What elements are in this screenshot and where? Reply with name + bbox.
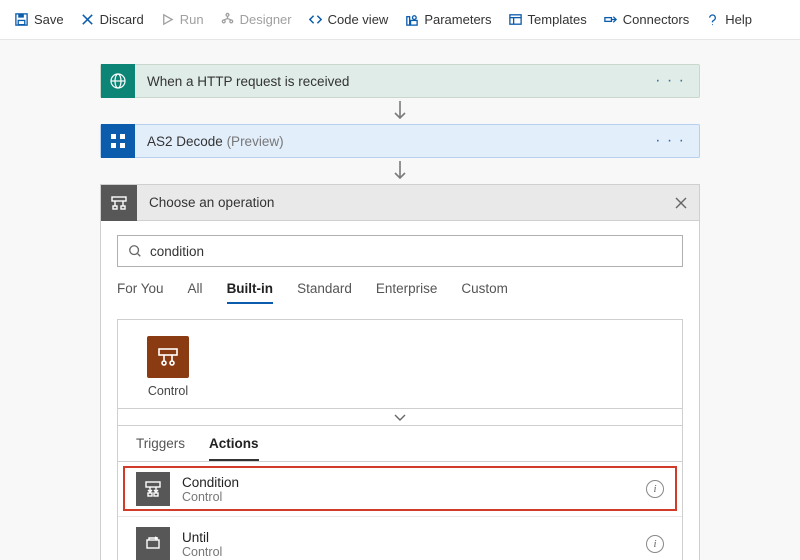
save-button[interactable]: Save <box>8 8 70 31</box>
action-condition-text: Condition Control <box>182 475 646 504</box>
designer-label: Designer <box>240 12 292 27</box>
tab-builtin[interactable]: Built-in <box>227 281 274 304</box>
control-icon <box>147 336 189 378</box>
connector-control-label: Control <box>148 384 188 398</box>
step-http-menu[interactable]: · · · <box>641 72 699 90</box>
step-as2-menu[interactable]: · · · <box>641 132 699 150</box>
tab-standard[interactable]: Standard <box>297 281 352 302</box>
tab-all[interactable]: All <box>188 281 203 302</box>
run-label: Run <box>180 12 204 27</box>
expand-connectors[interactable] <box>117 408 683 426</box>
designer-button[interactable]: Designer <box>214 8 298 31</box>
condition-icon <box>136 472 170 506</box>
run-button[interactable]: Run <box>154 8 210 31</box>
step-http-trigger[interactable]: When a HTTP request is received · · · <box>100 64 700 98</box>
search-input[interactable] <box>150 244 672 259</box>
flow-arrow <box>100 158 700 184</box>
category-tabs: For You All Built-in Standard Enterprise… <box>117 281 683 311</box>
as2-icon <box>101 124 135 158</box>
connectors-button[interactable]: Connectors <box>597 8 695 31</box>
help-icon <box>705 12 720 27</box>
step-as2-title: AS2 Decode (Preview) <box>135 134 641 149</box>
templates-icon <box>508 12 523 27</box>
tab-custom[interactable]: Custom <box>461 281 508 302</box>
until-icon <box>136 527 170 560</box>
close-icon <box>674 196 688 210</box>
connectors-icon <box>603 12 618 27</box>
codeview-label: Code view <box>328 12 389 27</box>
panel-title: Choose an operation <box>137 195 663 210</box>
run-icon <box>160 12 175 27</box>
help-button[interactable]: Help <box>699 8 758 31</box>
discard-icon <box>80 12 95 27</box>
search-icon <box>128 244 142 258</box>
operation-icon <box>101 185 137 221</box>
action-type-tabs: Triggers Actions <box>117 426 683 461</box>
info-icon[interactable]: i <box>646 480 664 498</box>
step-http-title: When a HTTP request is received <box>135 74 641 89</box>
parameters-button[interactable]: Parameters <box>398 8 497 31</box>
designer-canvas: When a HTTP request is received · · · AS… <box>0 40 800 560</box>
close-button[interactable] <box>663 185 699 221</box>
search-box[interactable] <box>117 235 683 267</box>
step-as2-decode[interactable]: AS2 Decode (Preview) · · · <box>100 124 700 158</box>
chevron-down-icon <box>393 412 407 422</box>
templates-button[interactable]: Templates <box>502 8 593 31</box>
tab-triggers[interactable]: Triggers <box>136 436 185 461</box>
discard-button[interactable]: Discard <box>74 8 150 31</box>
designer-icon <box>220 12 235 27</box>
templates-label: Templates <box>528 12 587 27</box>
connectors-label: Connectors <box>623 12 689 27</box>
action-until-text: Until Control <box>182 530 646 559</box>
choose-operation-panel: Choose an operation For You All Built-in… <box>100 184 700 560</box>
tab-actions[interactable]: Actions <box>209 436 259 461</box>
action-list: Condition Control i Until Control i <box>117 461 683 560</box>
flow-arrow <box>100 98 700 124</box>
codeview-button[interactable]: Code view <box>302 8 395 31</box>
action-condition[interactable]: Condition Control i <box>118 461 682 516</box>
help-label: Help <box>725 12 752 27</box>
parameters-label: Parameters <box>424 12 491 27</box>
panel-header: Choose an operation <box>101 185 699 221</box>
parameters-icon <box>404 12 419 27</box>
http-icon <box>101 64 135 98</box>
discard-label: Discard <box>100 12 144 27</box>
codeview-icon <box>308 12 323 27</box>
save-label: Save <box>34 12 64 27</box>
tab-enterprise[interactable]: Enterprise <box>376 281 438 302</box>
toolbar: Save Discard Run Designer Code view Para… <box>0 0 800 40</box>
info-icon[interactable]: i <box>646 535 664 553</box>
connector-control[interactable]: Control <box>136 336 200 398</box>
save-icon <box>14 12 29 27</box>
action-until[interactable]: Until Control i <box>118 516 682 560</box>
connector-grid: Control <box>117 319 683 408</box>
tab-foryou[interactable]: For You <box>117 281 164 302</box>
